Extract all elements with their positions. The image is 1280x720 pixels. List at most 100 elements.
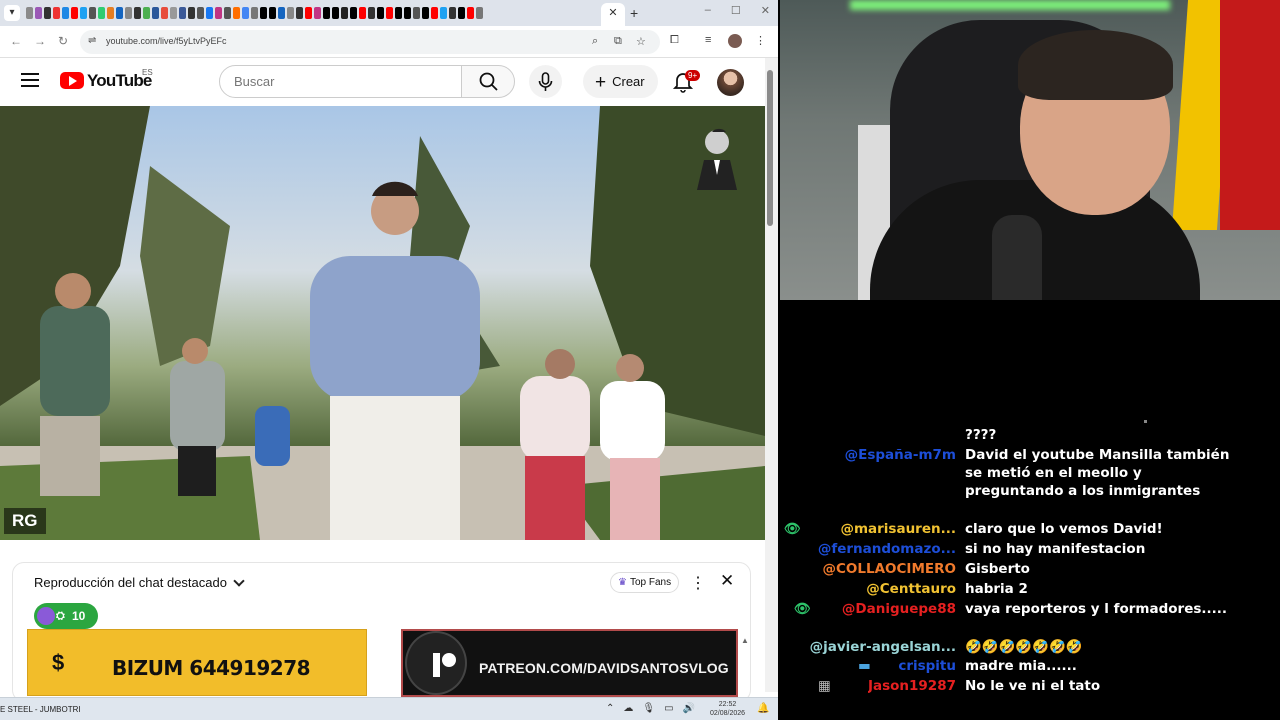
bookmark-star-icon[interactable]: ☆ [636,35,646,48]
pinned-tab-favicon-icon[interactable] [314,7,321,19]
pinned-tab-favicon-icon[interactable] [368,7,375,19]
pinned-tab-favicon-icon[interactable] [170,7,177,19]
pinned-tab-favicon-icon[interactable] [116,7,123,19]
search-button[interactable] [461,65,515,98]
taskbar-clock[interactable]: 22:52 02/08/2026 [710,700,745,718]
pinned-tab-favicon-icon[interactable] [89,7,96,19]
pinned-tab-favicon-icon[interactable] [143,7,150,19]
tray-expand-icon[interactable]: ⌃ [606,703,614,714]
pinned-tab-favicon-icon[interactable] [233,7,240,19]
maximize-button[interactable]: ☐ [731,4,741,17]
pinned-tab-favicon-icon[interactable] [197,7,204,19]
youtube-logo-icon[interactable] [60,72,84,89]
search-input[interactable]: Buscar [219,65,462,98]
tab-search-button[interactable]: ▾ [4,5,20,21]
site-info-icon[interactable]: ⇌ [88,35,96,46]
pinned-tab-favicon-icon[interactable] [215,7,222,19]
pinned-tab-favicon-icon[interactable] [53,7,60,19]
pinned-tab-favicon-icon[interactable] [35,7,42,19]
pinned-tab-favicon-icon[interactable] [179,7,186,19]
create-button[interactable]: + Crear [583,65,658,98]
chat-close-button[interactable]: ✕ [720,571,734,591]
reload-button[interactable]: ↻ [58,34,68,48]
pinned-tab-favicon-icon[interactable] [278,7,285,19]
new-tab-button[interactable]: + [630,5,638,21]
viewer-count: 10 [72,609,86,623]
notification-center-icon[interactable]: 🔔 [757,703,769,714]
eye-badge-icon: 👁 [794,601,812,617]
pinned-tab-favicon-icon[interactable] [269,7,276,19]
pinned-tab-favicon-icon[interactable] [395,7,402,19]
pinned-tab-favicon-icon[interactable] [71,7,78,19]
microphone-tray-icon[interactable]: 🎙 [642,703,655,714]
pinned-tab-favicon-icon[interactable] [305,7,312,19]
pinned-tab-favicon-icon[interactable] [188,7,195,19]
viewer-count-badge[interactable]: ⛭ 10 [34,603,98,629]
pinned-tab-favicon-icon[interactable] [467,7,474,19]
pinned-tab-favicon-icon[interactable] [134,7,141,19]
pinned-tab-favicon-icon[interactable] [44,7,51,19]
chat-replay-title[interactable]: Reproducción del chat destacado [34,575,227,590]
browser-menu-icon[interactable]: ⋮ [755,34,766,47]
scrollbar-thumb[interactable] [767,70,773,226]
pinned-tab-favicon-icon[interactable] [332,7,339,19]
extensions-icon[interactable]: ⧠ [670,34,679,47]
pinned-tab-favicon-icon[interactable] [224,7,231,19]
pinned-tab-favicon-icon[interactable] [386,7,393,19]
cast-icon[interactable]: ⧉ [614,35,622,48]
chat-more-button[interactable]: ⋮ [690,573,706,593]
zoom-icon[interactable]: ⌕ [592,35,598,48]
pinned-tab-favicon-icon[interactable] [26,7,33,19]
streamer-hair [1018,30,1173,100]
pinned-tab-favicon-icon[interactable] [152,7,159,19]
display-icon[interactable]: ▭ [664,703,673,714]
back-button[interactable]: ← [10,34,22,48]
minimize-button[interactable]: – [705,4,711,17]
forward-button[interactable]: → [34,34,46,48]
pinned-tab-favicon-icon[interactable] [242,7,249,19]
pinned-tab-favicon-icon[interactable] [350,7,357,19]
pinned-tab-favicon-icon[interactable] [404,7,411,19]
pinned-tab-favicon-icon[interactable] [251,7,258,19]
pinned-tab-favicon-icon[interactable] [260,7,267,19]
pinned-tab-favicon-icon[interactable] [323,7,330,19]
video-player[interactable]: RG [0,106,765,540]
pinned-tab-favicon-icon[interactable] [431,7,438,19]
pinned-tab-favicon-icon[interactable] [476,7,483,19]
voice-search-button[interactable] [529,65,562,98]
pinned-tab-favicon-icon[interactable] [440,7,447,19]
pinned-tab-favicon-icon[interactable] [107,7,114,19]
pinned-tab-favicon-icon[interactable] [98,7,105,19]
url-text[interactable]: youtube.com/live/f5yLtvPyEFc [106,36,227,46]
pinned-tab-favicon-icon[interactable] [161,7,168,19]
pinned-tab-favicon-icon[interactable] [296,7,303,19]
pinned-tab-favicon-icon[interactable] [377,7,384,19]
address-bar[interactable]: ⇌ youtube.com/live/f5yLtvPyEFc ⌕ ⧉ ☆ [80,30,660,54]
chat-username: @marisauren... [840,521,956,537]
pinned-tab-favicon-icon[interactable] [359,7,366,19]
menu-icon[interactable] [21,73,39,87]
close-tab-icon[interactable]: ✕ [608,7,617,19]
pinned-tab-favicon-icon[interactable] [341,7,348,19]
chevron-down-icon[interactable] [233,575,245,587]
pinned-tab-favicon-icon[interactable] [413,7,420,19]
pinned-tab-favicon-icon[interactable] [422,7,429,19]
pinned-tab-favicon-icon[interactable] [287,7,294,19]
active-tab[interactable]: ✕ [601,3,625,26]
close-window-button[interactable]: ✕ [761,4,770,17]
pinned-tab-favicon-icon[interactable] [206,7,213,19]
taskbar-window-title[interactable]: E STEEL - JUMBOTRI [0,705,81,714]
media-icon[interactable]: ≡ [705,34,711,46]
profile-avatar[interactable] [728,34,742,48]
account-avatar[interactable] [717,69,744,96]
webcam-feed [780,0,1280,300]
pinned-tab-favicon-icon[interactable] [62,7,69,19]
pinned-tab-favicon-icon[interactable] [125,7,132,19]
top-fans-chip[interactable]: ♛ Top Fans [610,572,680,593]
chat-scroll-up-icon[interactable]: ▲ [741,636,749,645]
volume-icon[interactable]: 🔊 [683,703,695,714]
pinned-tab-favicon-icon[interactable] [80,7,87,19]
cloud-icon[interactable]: ☁ [623,703,633,714]
pinned-tab-favicon-icon[interactable] [458,7,465,19]
pinned-tab-favicon-icon[interactable] [449,7,456,19]
